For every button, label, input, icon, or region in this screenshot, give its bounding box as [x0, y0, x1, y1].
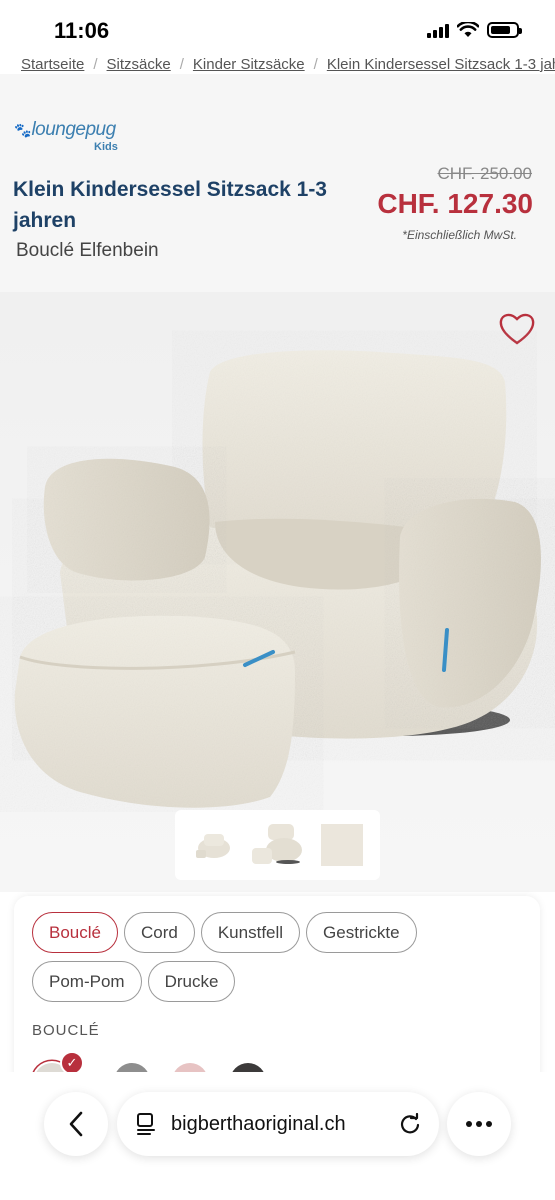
back-button[interactable]	[44, 1092, 108, 1156]
chip-pom-pom[interactable]: Pom-Pom	[32, 961, 142, 1002]
thumbnail-fabric-swatch[interactable]	[317, 820, 367, 870]
chip-boucle[interactable]: Bouclé	[32, 912, 118, 953]
sale-price: CHF. 127.30	[377, 188, 533, 219]
breadcrumb-link-sitzsaecke[interactable]: Sitzsäcke	[107, 56, 171, 73]
color-section-label: BOUCLÉ	[32, 1022, 100, 1039]
tax-note: *Einschließlich MwSt.	[402, 228, 517, 242]
logo-sub: Kids	[94, 141, 118, 153]
breadcrumb: Startseite / Sitzsäcke / Kinder Sitzsäcke / Kl…	[21, 56, 555, 74]
url-text: bigberthaoriginal.ch	[171, 1112, 346, 1135]
wifi-icon	[457, 22, 479, 37]
product-header: 🐾loungepug Kids Klein Kindersessel Sitzs…	[0, 74, 555, 292]
status-icons	[427, 22, 522, 38]
variant-label: Bouclé Elfenbein	[16, 240, 159, 261]
chip-gestrickte[interactable]: Gestrickte	[306, 912, 417, 953]
chip-drucke[interactable]: Drucke	[147, 961, 236, 1002]
more-icon	[466, 1121, 492, 1127]
product-title: Klein Kindersessel Sitzsack 1-3 jahren	[13, 178, 327, 232]
browser-toolbar: bigberthaoriginal.ch	[0, 1072, 555, 1200]
signal-icon	[427, 22, 449, 38]
breadcrumb-link-kinder-sitzsaecke[interactable]: Kinder Sitzsäcke	[193, 56, 305, 73]
paw-icon: 🐾	[14, 122, 32, 138]
battery-icon	[487, 22, 522, 38]
options-panel: Bouclé Cord Kunstfell Gestrickte Pom-Pom…	[14, 896, 540, 1099]
brand-logo[interactable]: 🐾loungepug Kids	[14, 119, 118, 153]
old-price: CHF. 250.00	[437, 164, 533, 183]
tabs-icon[interactable]	[135, 1112, 157, 1136]
status-time: 11:06	[54, 18, 110, 43]
thumbnail-strip	[175, 810, 380, 880]
thumbnail-chair-with-footstool[interactable]	[248, 816, 307, 874]
more-button[interactable]	[447, 1092, 511, 1156]
logo-text: loungepug	[31, 119, 116, 140]
chip-cord[interactable]: Cord	[123, 912, 195, 953]
material-chips: Bouclé Cord Kunstfell Gestrickte Pom-Pom…	[32, 912, 512, 1002]
reload-icon[interactable]	[399, 1113, 421, 1135]
product-image[interactable]	[0, 312, 555, 812]
thumbnail-chair[interactable]	[188, 820, 239, 870]
breadcrumb-link-current[interactable]: Klein Kindersessel Sitzsack 1-3 jahren	[327, 56, 555, 73]
address-bar[interactable]: bigberthaoriginal.ch	[117, 1092, 439, 1156]
product-gallery	[0, 292, 555, 892]
back-arrow-icon	[69, 1111, 83, 1137]
status-bar: 11:06	[0, 0, 555, 60]
breadcrumb-link-home[interactable]: Startseite	[21, 56, 84, 73]
chip-kunstfell[interactable]: Kunstfell	[200, 912, 301, 953]
